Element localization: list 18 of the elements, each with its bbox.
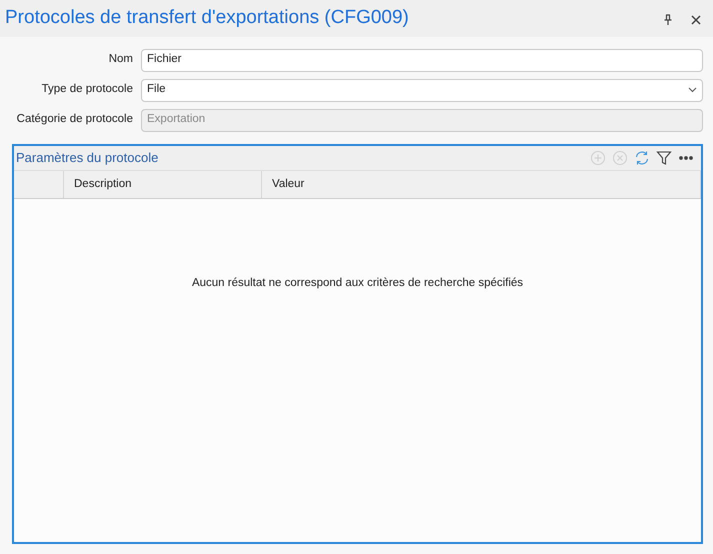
close-icon [691,14,701,25]
empty-message: Aucun résultat ne correspond aux critères de recherche spécifiés [190,276,524,291]
panel-title: Paramètres du protocole [16,149,160,168]
input-field: Exportation [141,108,703,132]
field-label: Type de protocole [40,82,134,98]
field-label: Nom [108,52,134,68]
column-header: Description [64,171,262,198]
cancel-icon [612,150,628,166]
field-label: Catégorie de protocole [16,112,134,128]
column-header: Valeur [262,171,701,198]
plus-icon [590,150,606,166]
filter-icon [656,150,672,166]
chevron-down-icon [688,87,697,93]
window-title: Protocoles de transfert d'exportations (CFG009) [5,6,410,30]
dropdown[interactable]: File [141,78,703,102]
refresh-icon [634,150,650,166]
pin-icon [663,14,674,26]
input-field[interactable]: Fichier [141,48,703,72]
